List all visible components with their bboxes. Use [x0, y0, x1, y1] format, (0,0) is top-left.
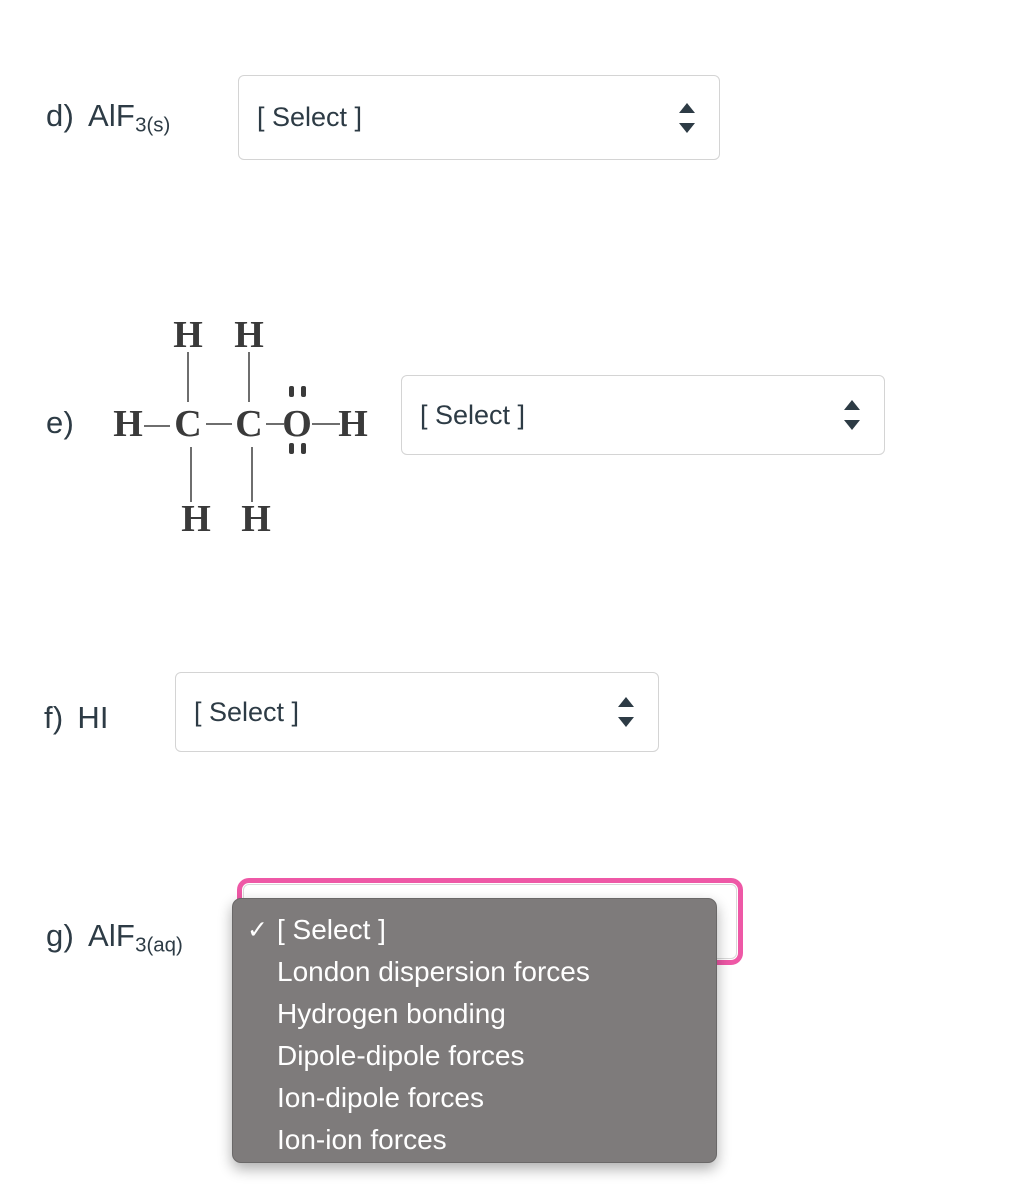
menu-item-label: Dipole-dipole forces	[277, 1040, 525, 1071]
menu-item-label: [ Select ]	[277, 914, 386, 945]
atom-h-top-right: H	[234, 314, 264, 356]
menu-item-label: London dispersion forces	[277, 956, 590, 987]
select-f[interactable]: [ Select ]	[175, 672, 659, 752]
lone-pair-dot-top-right	[301, 386, 306, 397]
atom-c1: C	[174, 403, 202, 445]
bond-c1-c2	[206, 423, 232, 425]
menu-item-london-dispersion[interactable]: ✓ London dispersion forces	[233, 951, 716, 993]
lone-pair-dot-top-left	[289, 386, 294, 397]
question-row-g: g) AlF3(aq)	[46, 918, 183, 958]
question-label-g: g) AlF3(aq)	[46, 918, 183, 958]
atom-h-right: H	[338, 403, 368, 445]
question-label-f: f) HI	[44, 700, 109, 736]
check-icon-placeholder: ✓	[247, 1125, 277, 1155]
select-value-e: [ Select ]	[420, 399, 526, 430]
question-formula-g: AlF3(aq)	[87, 918, 183, 957]
bond-o-h	[312, 423, 340, 425]
chevron-updown-icon-d[interactable]	[677, 101, 697, 135]
chevron-updown-icon-f[interactable]	[616, 695, 636, 729]
bond-h-c2-top	[248, 352, 250, 402]
check-icon-placeholder: ✓	[247, 1041, 277, 1071]
select-e[interactable]: [ Select ]	[401, 375, 885, 455]
question-row-f: f) HI	[44, 700, 109, 736]
bond-h-c1-top	[187, 352, 189, 402]
bond-h-c1	[144, 425, 170, 427]
bond-c1-h-bottom	[190, 447, 192, 502]
dropdown-menu-g[interactable]: ✓ [ Select ] ✓ London dispersion forces …	[232, 898, 717, 1163]
menu-item-ion-ion[interactable]: ✓ Ion-ion forces	[233, 1119, 716, 1161]
question-formula-f: HI	[77, 700, 109, 735]
check-icon: ✓	[247, 916, 268, 944]
check-icon-placeholder: ✓	[247, 999, 277, 1029]
menu-item-label: Ion-ion forces	[277, 1124, 447, 1155]
check-icon-placeholder: ✓	[247, 957, 277, 987]
select-value-f: [ Select ]	[194, 696, 300, 727]
atom-h-bottom-right: H	[241, 498, 271, 540]
menu-item-select[interactable]: ✓ [ Select ]	[233, 909, 716, 951]
menu-item-label: Ion-dipole forces	[277, 1082, 485, 1113]
menu-item-ion-dipole[interactable]: ✓ Ion-dipole forces	[233, 1077, 716, 1119]
menu-item-label: Hydrogen bonding	[277, 998, 506, 1029]
atom-o: O	[282, 403, 312, 445]
bond-c2-h-bottom	[251, 447, 253, 502]
chevron-updown-icon-e[interactable]	[842, 398, 862, 432]
menu-item-dipole-dipole[interactable]: ✓ Dipole-dipole forces	[233, 1035, 716, 1077]
atom-h-left: H	[113, 403, 143, 445]
question-letter-f: f)	[44, 700, 64, 735]
imf-matching-question-page: { "questions": [ { "letter": "d)", "form…	[0, 0, 1032, 1186]
atom-h-bottom-left: H	[181, 498, 211, 540]
check-icon-placeholder: ✓	[247, 1083, 277, 1113]
atom-c2: C	[235, 403, 263, 445]
question-letter-g: g)	[46, 918, 74, 953]
formula-sub-g: 3(aq)	[135, 933, 183, 957]
ethanol-lewis-structure: H H H C C O H H H	[0, 0, 400, 560]
formula-main-g: AlF	[87, 918, 136, 953]
menu-item-hydrogen-bonding[interactable]: ✓ Hydrogen bonding	[233, 993, 716, 1035]
atom-h-top-left: H	[173, 314, 203, 356]
